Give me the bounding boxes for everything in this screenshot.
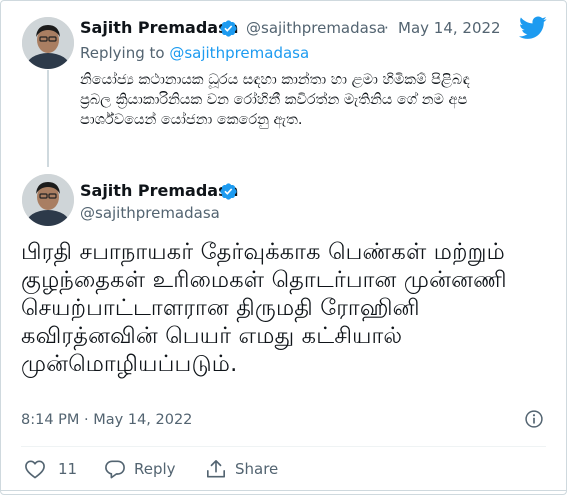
- share-button[interactable]: Share: [205, 459, 278, 479]
- author-avatar[interactable]: [22, 17, 74, 69]
- tweet-timestamp[interactable]: 8:14 PM · May 14, 2022: [21, 412, 192, 428]
- share-label: Share: [235, 460, 279, 478]
- author-handle[interactable]: @sajithpremadasa: [80, 204, 220, 222]
- verified-badge-icon: [220, 20, 237, 37]
- heart-icon: [25, 460, 45, 479]
- action-divider: [21, 446, 546, 447]
- replying-to-label: Replying to: [80, 44, 170, 62]
- like-button[interactable]: 11: [24, 459, 77, 479]
- reply-label: Reply: [134, 460, 176, 478]
- author-name[interactable]: Sajith Premadasa: [80, 18, 238, 37]
- reply-bubble-icon: [105, 460, 125, 479]
- author-name[interactable]: Sajith Premadasa: [80, 181, 238, 200]
- card-bottom-edge: [0, 490, 567, 495]
- twitter-bird-icon[interactable]: [519, 16, 547, 40]
- main-tweet-text: பிரதி சபாநாயகர் தேர்வுக்காக பெண்கள் மற்ற…: [21, 239, 507, 377]
- reply-tweet-text: නියෝජ්‍ය කථානායක ධූරය සඳහා කාන්තා හා ළමා…: [80, 72, 470, 128]
- like-count: 11: [58, 460, 78, 478]
- dot-separator: ·: [384, 19, 389, 37]
- info-icon[interactable]: [524, 409, 544, 429]
- replying-to-handle-link[interactable]: @sajithpremadasa: [169, 44, 309, 62]
- share-icon: [207, 460, 225, 478]
- reply-button[interactable]: Reply: [104, 459, 176, 479]
- replying-to-line: Replying to @sajithpremadasa: [80, 44, 309, 62]
- author-avatar[interactable]: [22, 174, 74, 226]
- verified-badge-icon: [220, 183, 237, 200]
- tweet-date[interactable]: May 14, 2022: [398, 19, 501, 37]
- author-handle[interactable]: @sajithpremadasa: [246, 19, 386, 37]
- thread-connector-line: [47, 70, 49, 167]
